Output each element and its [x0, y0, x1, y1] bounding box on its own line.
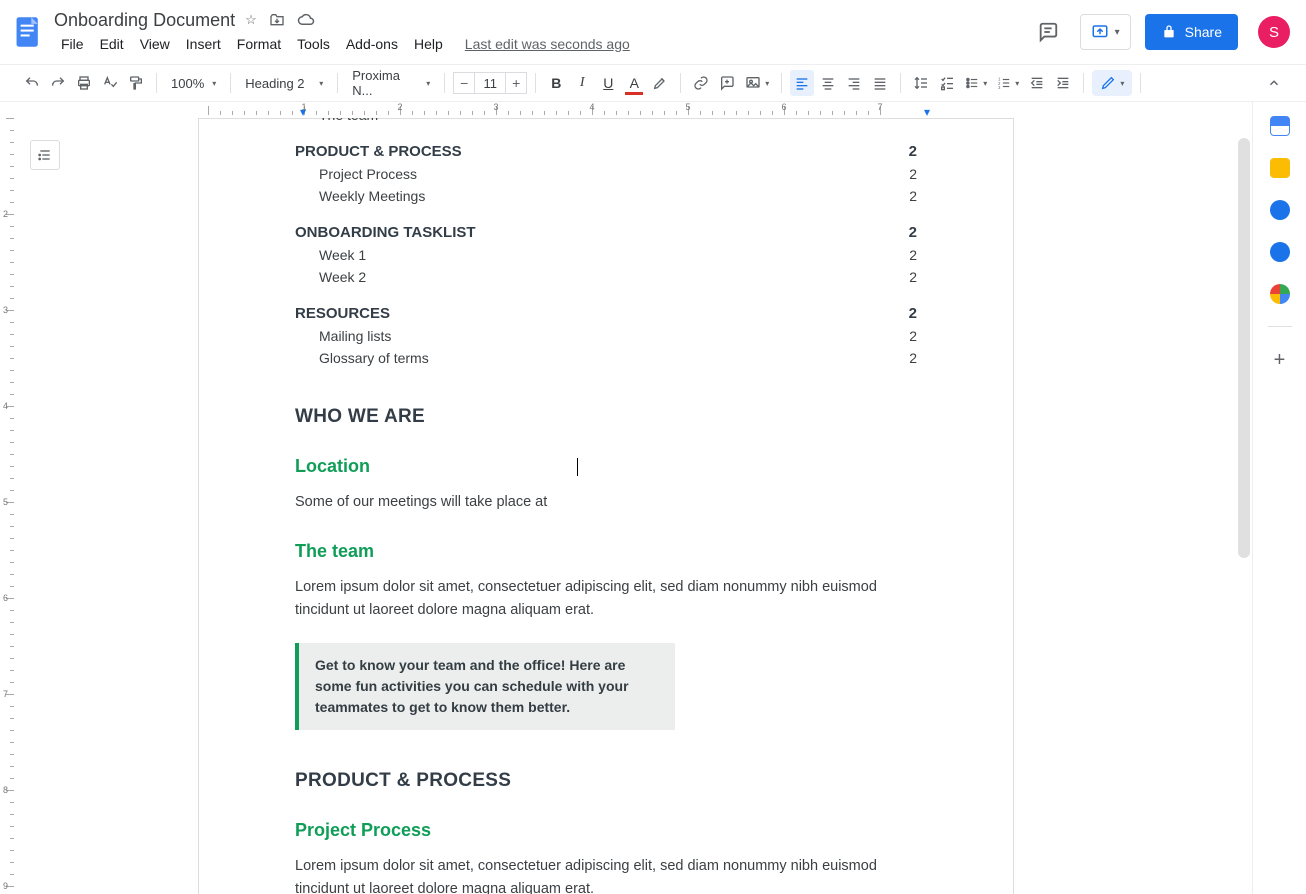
add-addon-button[interactable]: +: [1274, 349, 1286, 372]
checklist-button[interactable]: [935, 70, 959, 96]
insert-link-button[interactable]: [689, 70, 713, 96]
title-bar: Onboarding Document ☆ File Edit View Ins…: [0, 0, 1306, 64]
menu-insert[interactable]: Insert: [179, 33, 228, 55]
align-justify-button[interactable]: [868, 70, 892, 96]
line-spacing-button[interactable]: [909, 70, 933, 96]
menu-format[interactable]: Format: [230, 33, 288, 55]
keep-icon[interactable]: [1270, 158, 1290, 178]
zoom-select[interactable]: 100%: [165, 76, 222, 91]
heading-project-process[interactable]: Project Process: [295, 820, 917, 841]
align-left-button[interactable]: [790, 70, 814, 96]
menu-addons[interactable]: Add-ons: [339, 33, 405, 55]
menu-edit[interactable]: Edit: [93, 33, 131, 55]
align-right-button[interactable]: [842, 70, 866, 96]
insert-image-button[interactable]: [741, 70, 773, 96]
move-icon[interactable]: [269, 12, 285, 28]
toc-section[interactable]: RESOURCES2: [295, 305, 917, 322]
text-caret-icon: [577, 458, 578, 476]
document-title[interactable]: Onboarding Document: [54, 10, 235, 31]
maps-icon[interactable]: [1270, 284, 1290, 304]
contacts-icon[interactable]: [1270, 242, 1290, 262]
font-select[interactable]: Proxima N...: [346, 68, 436, 98]
scrollbar-thumb[interactable]: [1238, 138, 1250, 558]
font-size-control: − 11 +: [453, 72, 527, 94]
toc-entry[interactable]: Mailing lists2: [319, 328, 917, 344]
account-avatar[interactable]: S: [1258, 16, 1290, 48]
side-panel: +: [1252, 102, 1306, 894]
heading-location[interactable]: Location: [295, 456, 917, 477]
editing-mode-button[interactable]: [1092, 70, 1132, 96]
text-color-button[interactable]: A: [622, 70, 646, 96]
font-size-increase-button[interactable]: +: [505, 72, 527, 94]
heading-team[interactable]: The team: [295, 541, 917, 562]
toc-section[interactable]: PRODUCT & PROCESS2: [295, 143, 917, 160]
bold-button[interactable]: B: [544, 70, 568, 96]
heading-location-text: Location: [295, 456, 370, 476]
menu-file[interactable]: File: [54, 33, 91, 55]
toc-section[interactable]: ONBOARDING TASKLIST2: [295, 224, 917, 241]
undo-button[interactable]: [20, 70, 44, 96]
svg-text:3: 3: [998, 85, 1001, 90]
collapse-toolbar-button[interactable]: [1262, 70, 1286, 96]
menu-help[interactable]: Help: [407, 33, 450, 55]
title-icons: ☆: [245, 12, 315, 28]
italic-button[interactable]: I: [570, 70, 594, 96]
toolbar: 100% Heading 2 Proxima N... − 11 + B I U…: [0, 64, 1306, 102]
share-label: Share: [1185, 24, 1222, 40]
body-team[interactable]: Lorem ipsum dolor sit amet, consectetuer…: [295, 576, 917, 621]
share-button[interactable]: Share: [1145, 14, 1238, 50]
comments-icon[interactable]: [1030, 14, 1066, 50]
highlight-button[interactable]: [648, 70, 672, 96]
document-canvas[interactable]: The team PRODUCT & PROCESS2 Project Proce…: [16, 118, 1252, 894]
indent-increase-button[interactable]: [1051, 70, 1075, 96]
docs-logo-icon[interactable]: [8, 12, 48, 52]
callout-box[interactable]: Get to know your team and the office! He…: [295, 643, 675, 730]
cloud-status-icon[interactable]: [297, 12, 315, 28]
body-project-process[interactable]: Lorem ipsum dolor sit amet, consectetuer…: [295, 855, 917, 894]
heading-product-process[interactable]: PRODUCT & PROCESS: [295, 770, 917, 792]
toc-entry[interactable]: The team: [319, 118, 917, 123]
toc-entry[interactable]: Glossary of terms2: [319, 350, 917, 366]
vertical-ruler[interactable]: 23456789: [0, 118, 16, 894]
present-button[interactable]: ▾: [1080, 14, 1131, 50]
toc-entry[interactable]: Weekly Meetings2: [319, 188, 917, 204]
toc-entry[interactable]: Project Process2: [319, 166, 917, 182]
heading-who-we-are[interactable]: WHO WE ARE: [295, 406, 917, 428]
menu-tools[interactable]: Tools: [290, 33, 337, 55]
font-size-decrease-button[interactable]: −: [453, 72, 475, 94]
underline-button[interactable]: U: [596, 70, 620, 96]
print-button[interactable]: [72, 70, 96, 96]
insert-comment-button[interactable]: [715, 70, 739, 96]
paragraph-style-select[interactable]: Heading 2: [239, 76, 329, 91]
calendar-icon[interactable]: [1270, 116, 1290, 136]
toc-entry[interactable]: Week 22: [319, 269, 917, 285]
editor-area: 1234567▾▾ 23456789 The team PRODUCT & PR…: [0, 102, 1252, 894]
indent-decrease-button[interactable]: [1025, 70, 1049, 96]
menu-view[interactable]: View: [133, 33, 177, 55]
redo-button[interactable]: [46, 70, 70, 96]
menu-bar: File Edit View Insert Format Tools Add-o…: [54, 33, 637, 55]
numbered-list-button[interactable]: 123: [993, 70, 1023, 96]
toc-entry[interactable]: Week 12: [319, 247, 917, 263]
sidepanel-divider: [1268, 326, 1292, 327]
star-icon[interactable]: ☆: [245, 12, 257, 28]
workspace: 1234567▾▾ 23456789 The team PRODUCT & PR…: [0, 102, 1306, 894]
paint-format-button[interactable]: [124, 70, 148, 96]
font-size-value[interactable]: 11: [475, 72, 505, 94]
page[interactable]: The team PRODUCT & PROCESS2 Project Proce…: [198, 118, 1014, 894]
body-location[interactable]: Some of our meetings will take place at: [295, 491, 917, 513]
align-center-button[interactable]: [816, 70, 840, 96]
bulleted-list-button[interactable]: [961, 70, 991, 96]
last-edit-link[interactable]: Last edit was seconds ago: [458, 33, 637, 55]
tasks-icon[interactable]: [1270, 200, 1290, 220]
spellcheck-button[interactable]: [98, 70, 122, 96]
horizontal-ruler[interactable]: 1234567▾▾: [10, 102, 1252, 118]
